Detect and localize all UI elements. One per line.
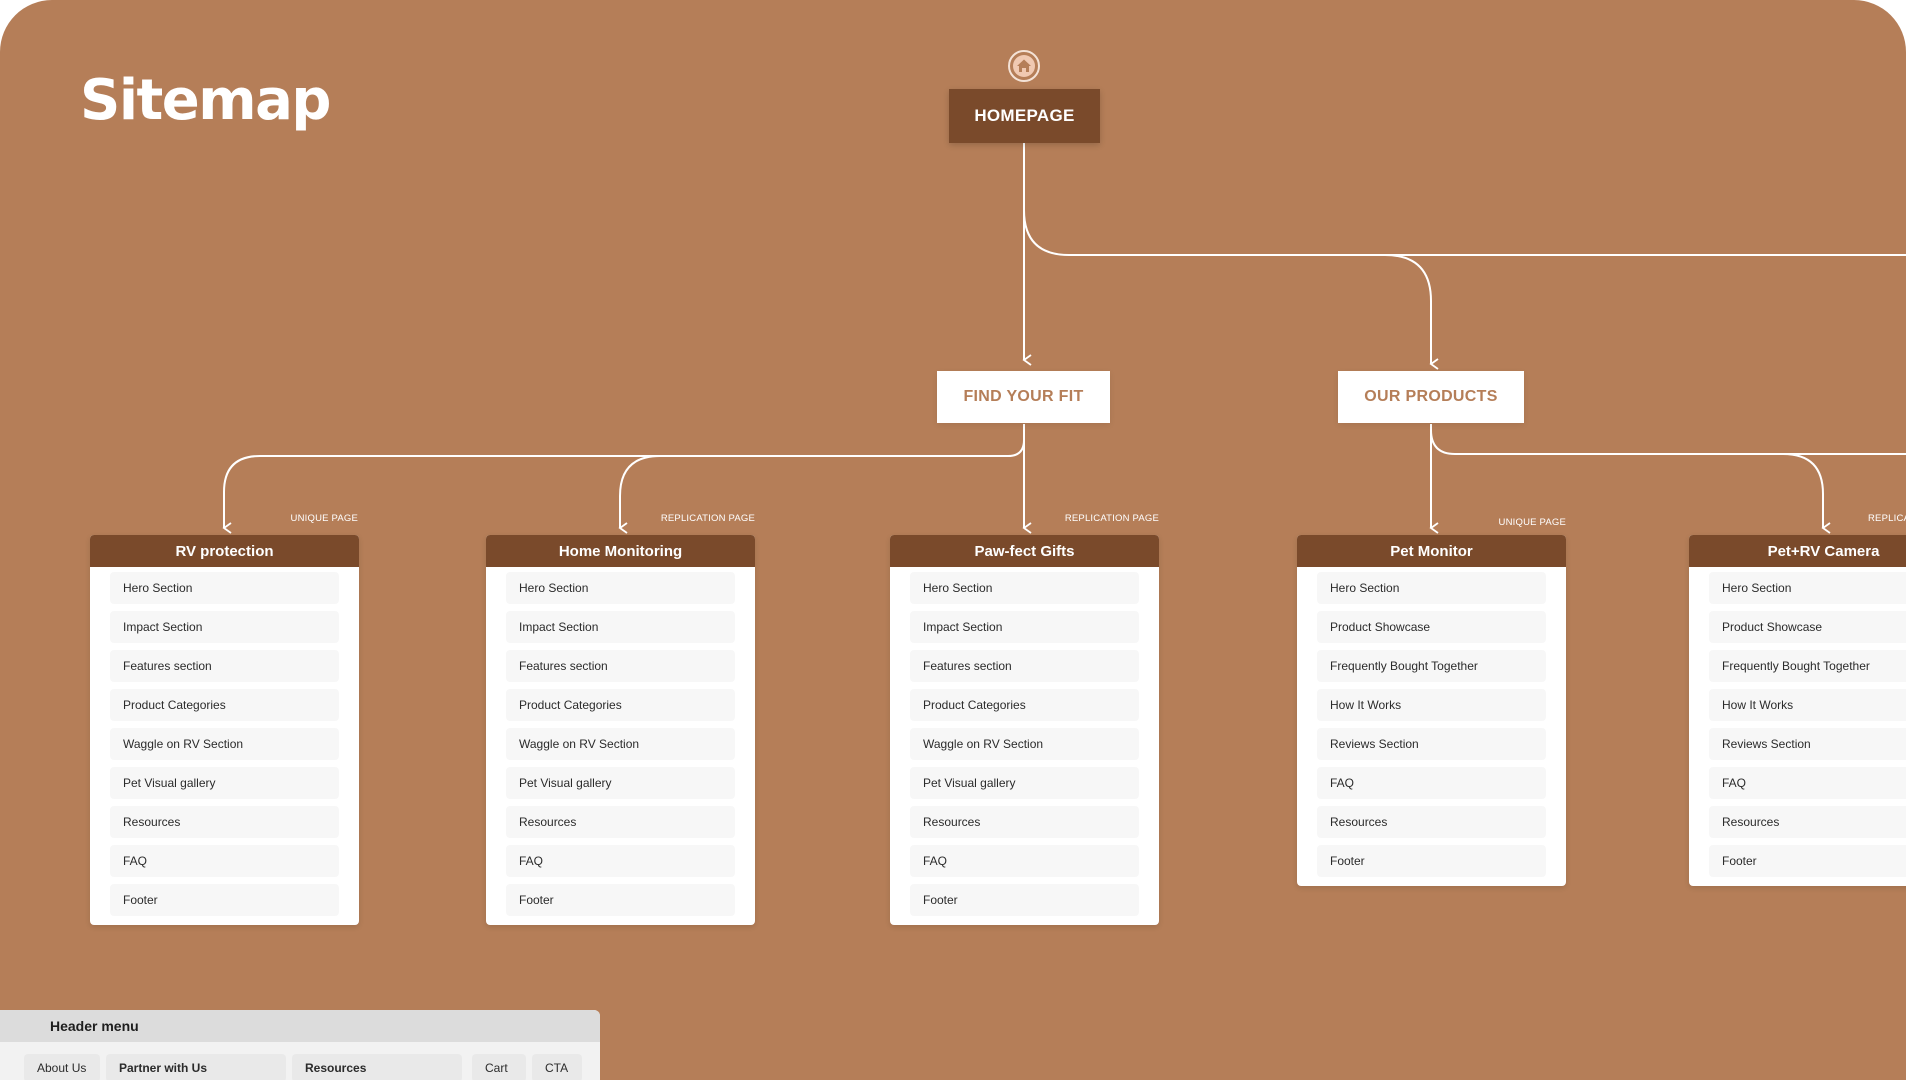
- connector-products-branch: [1430, 429, 1831, 534]
- section-item[interactable]: Product Categories: [910, 689, 1139, 721]
- section-item[interactable]: Footer: [1709, 845, 1906, 877]
- section-item[interactable]: Pet Visual gallery: [110, 767, 339, 799]
- section-item[interactable]: How It Works: [1317, 689, 1546, 721]
- section-item[interactable]: FAQ: [506, 845, 735, 877]
- section-item[interactable]: Hero Section: [506, 572, 735, 604]
- page-type-tag: REPLICATION PAGE: [1064, 513, 1159, 524]
- section-item[interactable]: Product Showcase: [1709, 611, 1906, 643]
- section-item[interactable]: Hero Section: [1317, 572, 1546, 604]
- section-item[interactable]: Product Categories: [506, 689, 735, 721]
- header-menu-item-resources[interactable]: Resources: [292, 1054, 462, 1080]
- card-title[interactable]: Pet+RV Camera: [1689, 535, 1906, 567]
- section-item[interactable]: Reviews Section: [1317, 728, 1546, 760]
- header-menu-title: Header menu: [0, 1010, 600, 1042]
- section-item[interactable]: Frequently Bought Together: [1317, 650, 1546, 682]
- section-item[interactable]: Hero Section: [110, 572, 339, 604]
- section-item[interactable]: Waggle on RV Section: [506, 728, 735, 760]
- section-item[interactable]: FAQ: [1317, 767, 1546, 799]
- page-type-tag: UNIQUE PAGE: [290, 513, 358, 524]
- section-item[interactable]: Waggle on RV Section: [910, 728, 1139, 760]
- section-item[interactable]: Pet Visual gallery: [910, 767, 1139, 799]
- section-item[interactable]: FAQ: [110, 845, 339, 877]
- section-item[interactable]: Reviews Section: [1709, 728, 1906, 760]
- page-card-pet-monitor: Pet Monitor Hero Section Product Showcas…: [1297, 535, 1566, 886]
- page-type-tag: REPLICATION PAGE: [660, 513, 755, 524]
- section-item[interactable]: Product Categories: [110, 689, 339, 721]
- section-item[interactable]: Footer: [910, 884, 1139, 916]
- page-card-pet-rv-camera: Pet+RV Camera Hero Section Product Showc…: [1689, 535, 1906, 886]
- section-item[interactable]: Pet Visual gallery: [506, 767, 735, 799]
- card-title[interactable]: Home Monitoring: [486, 535, 755, 567]
- connector-home-products: [1384, 254, 1439, 370]
- section-item[interactable]: Resources: [1709, 806, 1906, 838]
- section-item[interactable]: FAQ: [910, 845, 1139, 877]
- section-item[interactable]: Footer: [506, 884, 735, 916]
- header-menu-item-cart[interactable]: Cart: [472, 1054, 526, 1080]
- section-item[interactable]: Hero Section: [910, 572, 1139, 604]
- our-products-node[interactable]: OUR PRODUCTS: [1338, 371, 1524, 423]
- section-item[interactable]: Footer: [110, 884, 339, 916]
- section-item[interactable]: FAQ: [1709, 767, 1906, 799]
- section-item[interactable]: Features section: [506, 650, 735, 682]
- header-menu-panel: Header menu About Us Partner with Us Res…: [0, 1010, 600, 1080]
- header-menu-item-about[interactable]: About Us: [24, 1054, 100, 1080]
- section-item[interactable]: Waggle on RV Section: [110, 728, 339, 760]
- section-item[interactable]: Features section: [110, 650, 339, 682]
- section-item[interactable]: Resources: [110, 806, 339, 838]
- section-item[interactable]: Frequently Bought Together: [1709, 650, 1906, 682]
- card-title[interactable]: Paw-fect Gifts: [890, 535, 1159, 567]
- connector-home-branch: [1023, 209, 1906, 256]
- card-title[interactable]: Pet Monitor: [1297, 535, 1566, 567]
- home-icon: [1007, 49, 1041, 83]
- section-item[interactable]: Features section: [910, 650, 1139, 682]
- section-item[interactable]: How It Works: [1709, 689, 1906, 721]
- page-card-rv-protection: RV protection Hero Section Impact Sectio…: [90, 535, 359, 925]
- find-your-fit-node[interactable]: FIND YOUR FIT: [937, 371, 1110, 423]
- section-item[interactable]: Resources: [910, 806, 1139, 838]
- header-menu-item-cta[interactable]: CTA: [532, 1054, 582, 1080]
- section-item[interactable]: Impact Section: [506, 611, 735, 643]
- section-item[interactable]: Impact Section: [110, 611, 339, 643]
- section-item[interactable]: Product Showcase: [1317, 611, 1546, 643]
- section-item[interactable]: Footer: [1317, 845, 1546, 877]
- sitemap-canvas: Sitemap HOMEPAGE FIND YOUR FIT OUR PRODU…: [0, 0, 1906, 1080]
- page-type-tag: REPLICA: [1868, 513, 1906, 524]
- section-item[interactable]: Resources: [1317, 806, 1546, 838]
- homepage-node[interactable]: HOMEPAGE: [949, 89, 1100, 143]
- page-type-tag: UNIQUE PAGE: [1498, 517, 1566, 528]
- section-item[interactable]: Impact Section: [910, 611, 1139, 643]
- page-card-home-monitoring: Home Monitoring Hero Section Impact Sect…: [486, 535, 755, 925]
- section-item[interactable]: Hero Section: [1709, 572, 1906, 604]
- section-item[interactable]: Resources: [506, 806, 735, 838]
- page-card-pawfect-gifts: Paw-fect Gifts Hero Section Impact Secti…: [890, 535, 1159, 925]
- header-menu-item-partner[interactable]: Partner with Us: [106, 1054, 286, 1080]
- card-title[interactable]: RV protection: [90, 535, 359, 567]
